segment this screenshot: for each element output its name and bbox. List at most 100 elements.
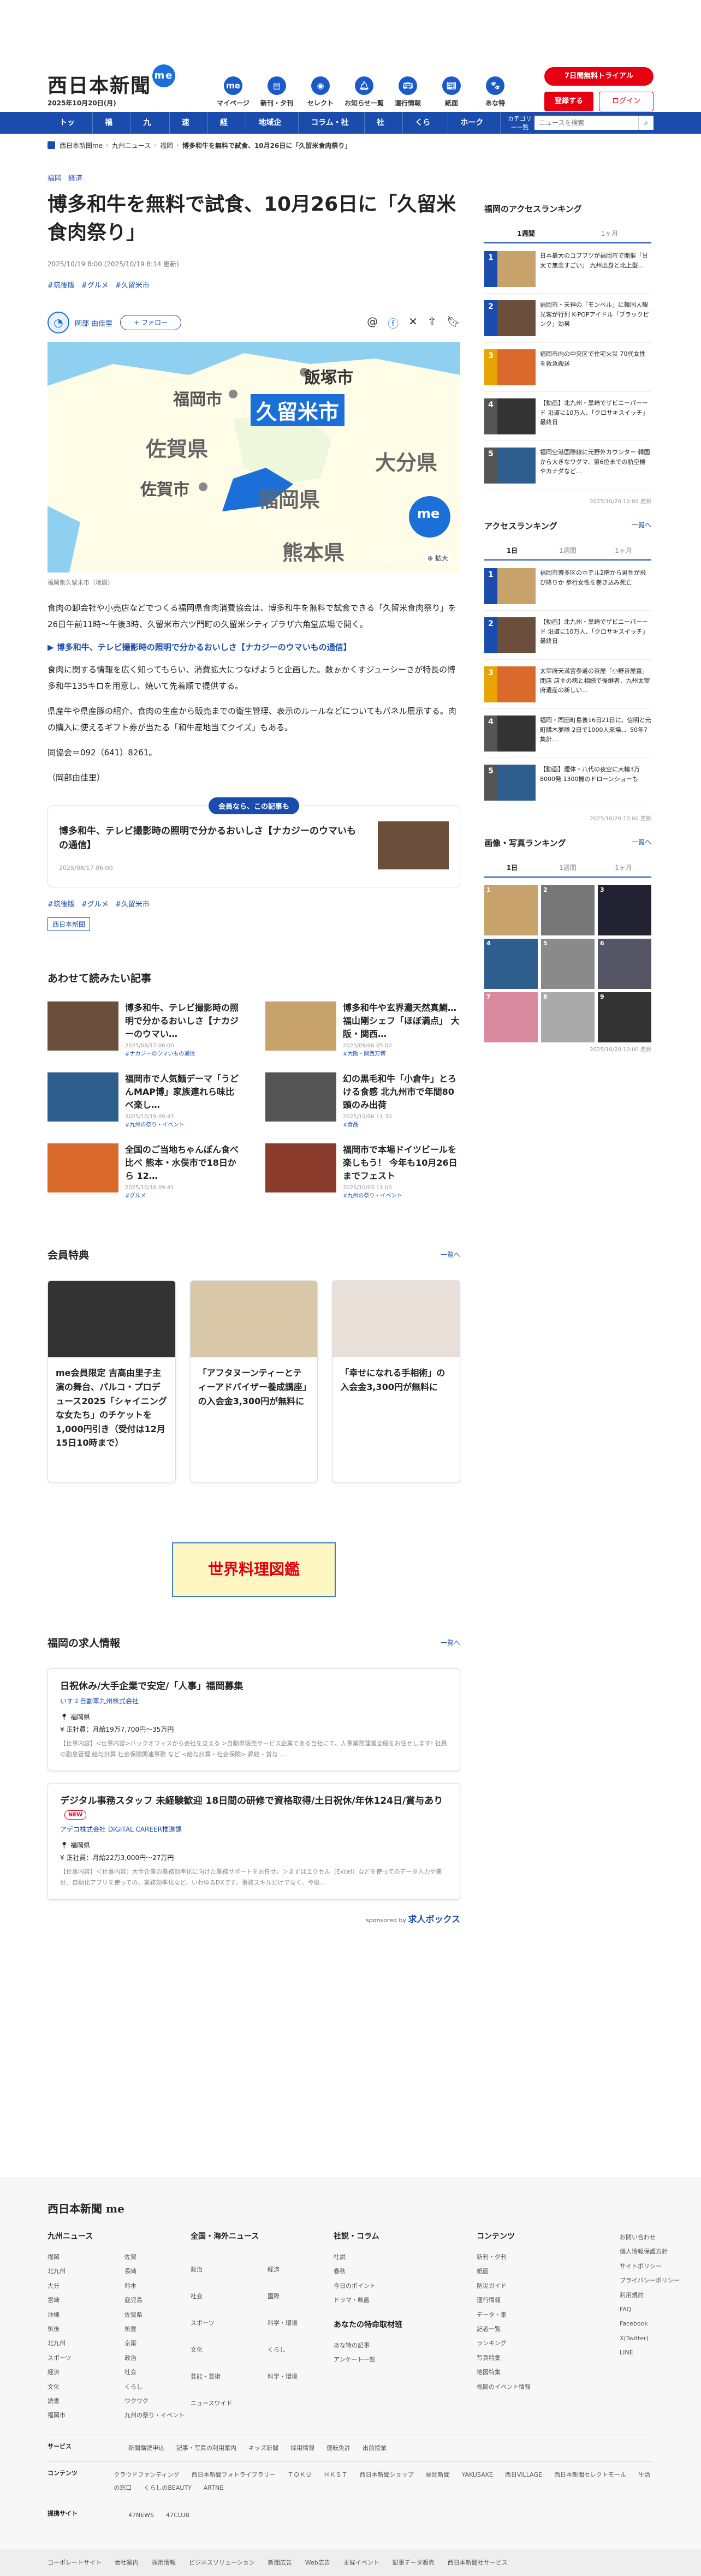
search-icon[interactable]: ⌕ <box>638 116 654 130</box>
footer-link[interactable]: アンケート一覧 <box>334 2353 477 2367</box>
footer-link[interactable]: 熊本 <box>124 2279 191 2293</box>
footer-link[interactable]: 政治 <box>191 2263 257 2289</box>
nav-item[interactable]: 地域企業 <box>246 112 299 149</box>
related-tag[interactable]: #大阪・関西万博 <box>343 1049 460 1057</box>
trial-button[interactable]: 7日間無料トライアル <box>544 67 654 86</box>
footer-link[interactable]: 今日のポイント <box>334 2279 477 2293</box>
footer-link[interactable]: キッズ新聞 <box>248 2444 278 2452</box>
header-icon-item[interactable]: 🔔︎ お知らせ一覧 <box>342 76 386 108</box>
share-icon[interactable]: ⇪ <box>427 315 437 331</box>
footer-link[interactable]: ＨＫＳＴ <box>324 2471 348 2478</box>
photo-thumbnail[interactable]: 3 <box>598 885 651 935</box>
footer-link[interactable]: 運行情報 <box>477 2293 620 2307</box>
footer-link[interactable]: 福岡新聞 <box>426 2471 450 2478</box>
footer-link[interactable]: 筑豊 <box>124 2322 191 2336</box>
footer-link[interactable]: ニュースワイド <box>191 2396 257 2423</box>
footer-link[interactable]: 社会 <box>124 2365 191 2380</box>
footer-link[interactable]: くらし <box>268 2343 334 2370</box>
footer-link[interactable]: 北九州 <box>47 2264 114 2279</box>
footer-link[interactable]: 九州の祭り・イベント <box>124 2408 191 2423</box>
footer-link[interactable]: プライバシーポリシー <box>620 2274 701 2288</box>
breadcrumb-item[interactable]: 福岡 <box>160 141 173 150</box>
footer-link[interactable]: 新刊・夕刊 <box>477 2250 620 2264</box>
footer-bottom-link[interactable]: 新聞広告 <box>268 2558 292 2567</box>
ranking-tab[interactable]: 1日 <box>484 858 540 876</box>
footer-link[interactable]: 防災ガイド <box>477 2279 620 2293</box>
related-tag[interactable]: #九州の祭り・イベント <box>343 1191 460 1199</box>
related-link[interactable]: ▶ 博多和牛、テレビ撮影時の照明で分かるおいしさ【ナカジーのウマいもの通信】 <box>47 641 460 653</box>
job-card[interactable]: 日祝休み/大手企業で安定/「人事」福岡募集 いすゞ自動車九州株式会社 📍︎ 福岡県 ¥… <box>47 1668 460 1772</box>
footer-link[interactable]: 採用情報 <box>290 2444 314 2452</box>
footer-link[interactable]: 科学・環境 <box>268 2316 334 2343</box>
register-button[interactable]: 登録する <box>544 92 593 111</box>
nav-item[interactable]: コラム・社説 <box>299 112 365 149</box>
ranking-tab[interactable]: 1日 <box>484 541 540 559</box>
ranking-tab[interactable]: 1ヶ月 <box>568 224 651 242</box>
footer-link[interactable]: 47CLUB <box>166 2512 189 2519</box>
breadcrumb-item[interactable]: 西日本新聞me <box>60 141 103 150</box>
footer-link[interactable]: 文化 <box>191 2343 257 2370</box>
footer-link[interactable]: 福岡 <box>47 2250 114 2264</box>
footer-link[interactable]: 記者一覧 <box>477 2322 620 2336</box>
footer-link[interactable]: 社会 <box>191 2289 257 2316</box>
footer-link[interactable]: ドラマ・映画 <box>334 2293 477 2307</box>
article-map-image[interactable]: 飯塚市 福岡市 久留米市 佐賀県 佐賀市 福岡県 大分県 熊本県 me 西日 ⊕… <box>47 342 460 573</box>
footer-link[interactable]: X(Twitter) <box>620 2331 701 2346</box>
category-tag[interactable]: 福岡 <box>47 175 62 183</box>
footer-link[interactable]: 大分 <box>47 2279 114 2293</box>
breadcrumb-item[interactable]: 九州ニュース <box>112 141 151 150</box>
x-icon[interactable]: ✕ <box>408 315 418 331</box>
search-input[interactable] <box>534 116 638 130</box>
footer-link[interactable]: 福岡市 <box>47 2408 114 2423</box>
footer-link[interactable]: ワクワク <box>124 2394 191 2408</box>
nav-item[interactable]: ホークス <box>448 112 501 149</box>
footer-bottom-link[interactable]: 会社案内 <box>115 2558 139 2567</box>
footer-link[interactable]: 西日本新聞フォトライブラリー <box>192 2471 276 2478</box>
ranking-item[interactable]: 3 福岡市内の中央区で住宅火災 70代女性を救急搬送 <box>484 349 651 392</box>
hashtag[interactable]: #グルメ <box>81 282 109 290</box>
job-card[interactable]: デジタル事務スタッフ 未経験歓迎 18日間の研修で資格取得/土日祝休/年休124… <box>47 1783 460 1900</box>
related-article[interactable]: 福岡市で人気麺デーマ「うどんMAP博」家族連れら味比べ楽し… 2025/10/19… <box>47 1072 242 1128</box>
related-tag[interactable]: #食品 <box>343 1120 460 1128</box>
footer-link[interactable]: 西日本新聞ショップ <box>360 2471 414 2478</box>
footer-link[interactable]: 文化 <box>47 2380 114 2394</box>
author-avatar[interactable]: ◔ <box>47 312 69 334</box>
footer-bottom-link[interactable]: 採用情報 <box>152 2558 176 2567</box>
related-tag[interactable]: #ナカジーのウマいもの通信 <box>125 1049 242 1057</box>
site-logo[interactable]: 西日本新聞 me <box>47 64 176 98</box>
footer-link[interactable]: 読書 <box>47 2394 114 2408</box>
author-name[interactable]: 岡部 由佳里 <box>75 318 112 328</box>
footer-bottom-link[interactable]: 記事データ販売 <box>393 2558 435 2567</box>
jobs-more-link[interactable]: 一覧へ <box>441 1638 460 1647</box>
ranking-tab[interactable]: 1週間 <box>540 541 596 559</box>
photo-more-link[interactable]: 一覧へ <box>632 837 651 849</box>
footer-link[interactable]: 沖縄 <box>47 2308 114 2322</box>
photo-thumbnail[interactable]: 5 <box>541 939 595 989</box>
world-cuisine-banner[interactable]: 世界料理図鑑 <box>172 1542 336 1597</box>
nav-item[interactable]: トップ <box>47 112 93 149</box>
ranking-item[interactable]: 1 日本最大のコプブツが福岡市で開催「甘太で無念すごい」 九州出身と北上型… <box>484 251 651 294</box>
facebook-icon[interactable]: ⓕ <box>388 315 399 331</box>
footer-logo[interactable]: 西日本新聞 me <box>47 2200 124 2216</box>
footer-link[interactable]: サイトポリシー <box>620 2259 701 2274</box>
footer-link[interactable]: スポーツ <box>47 2351 114 2365</box>
ranking-item[interactable]: 4 【動画】北九州・黒崎でザビエーパーード 沿道に10万人、「クロサキスイッチ」最… <box>484 398 651 441</box>
related-article[interactable]: 博多和牛や玄界灘天然真鯛…福山剛シェフ「ほぼ満点」 大阪・関西… 2025/09/… <box>265 1001 460 1057</box>
nav-category-menu[interactable]: カテゴリー一覧 <box>505 114 534 132</box>
footer-link[interactable]: 佐賀 <box>124 2250 191 2264</box>
footer-bottom-link[interactable]: Web広告 <box>305 2558 330 2567</box>
nav-item[interactable]: 九州 <box>131 112 170 149</box>
footer-link[interactable]: くらしのBEAUTY <box>144 2484 192 2491</box>
nav-item[interactable]: 経済 <box>208 112 247 149</box>
membership-card[interactable]: 「アフタヌーンティーとティーアドバイザー養成講座」の入会金3,300円が無料に <box>189 1280 318 1483</box>
hashtag[interactable]: #筑後版 <box>47 282 75 290</box>
footer-link[interactable]: 新聞購読申込 <box>128 2444 164 2452</box>
header-icon-item[interactable]: 🚌︎ 運行情報 <box>386 76 430 108</box>
ranking-item[interactable]: 3 太宰府天満宮参道の茶屋「小野茶屋富」閉店 店主の病と相続で後継者、九州太宰府遺… <box>484 666 651 709</box>
related-tag[interactable]: #グルメ <box>125 1191 242 1199</box>
header-icon-item[interactable]: 📰︎ 紙面 <box>430 76 473 108</box>
footer-link[interactable]: 紙面 <box>477 2264 620 2279</box>
photo-thumbnail[interactable]: 2 <box>541 885 595 935</box>
ranking-item[interactable]: 1 福岡市博多区のホテル2階から男性が飛び降りか 歩行女性を巻き込み死亡 <box>484 568 651 611</box>
footer-link[interactable]: Facebook <box>620 2317 701 2331</box>
